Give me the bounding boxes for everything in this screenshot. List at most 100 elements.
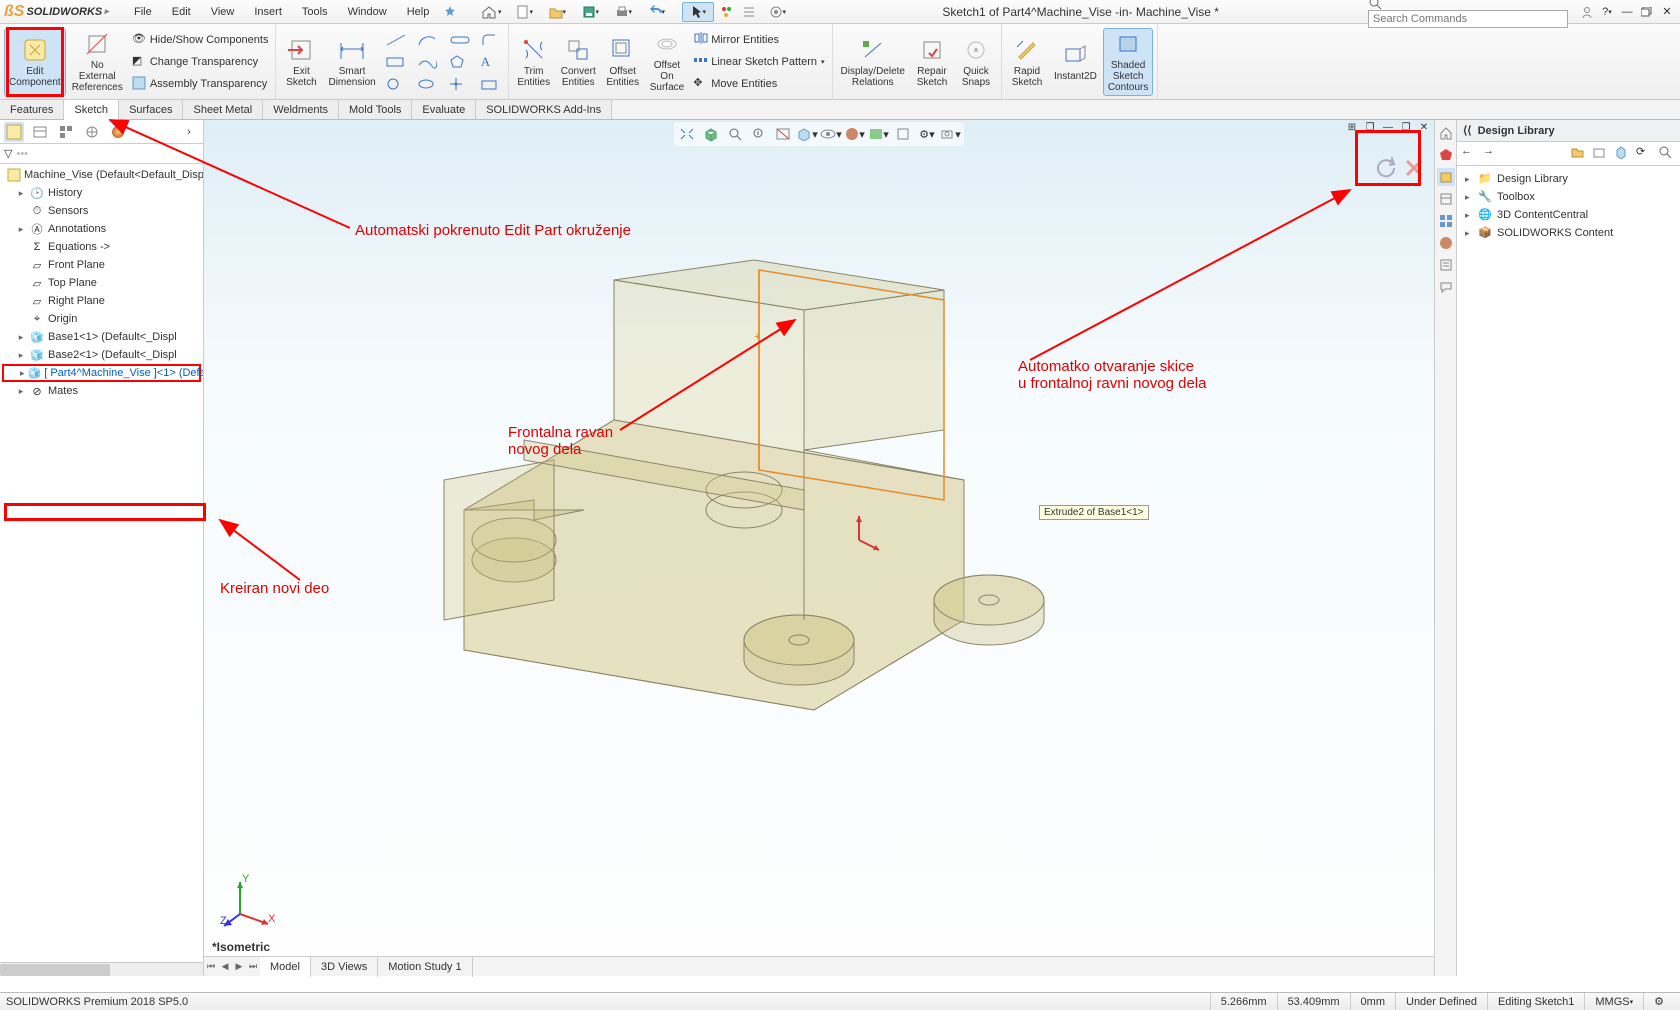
fm-filter-row[interactable]: ▽•••: [0, 144, 203, 164]
line-tool-button[interactable]: [382, 30, 412, 50]
point-tool-button[interactable]: [446, 74, 476, 94]
qat-options-icon[interactable]: ▾: [761, 2, 793, 22]
spline-tool-button[interactable]: [414, 52, 444, 72]
instant2d-button[interactable]: Instant2D: [1050, 28, 1101, 96]
repair-sketch-button[interactable]: Repair Sketch: [911, 28, 953, 96]
plane-tool-button[interactable]: [478, 74, 504, 94]
smart-dimension-button[interactable]: Smart Dimension: [324, 28, 379, 96]
cm-tab-features[interactable]: Features: [0, 100, 64, 119]
offset-entities-button[interactable]: Offset Entities: [602, 28, 644, 96]
shaded-sketch-contours-button[interactable]: Shaded Sketch Contours: [1103, 28, 1154, 96]
exit-sketch-button[interactable]: Exit Sketch: [280, 28, 322, 96]
slot-tool-button[interactable]: [446, 30, 476, 50]
dl-new-icon[interactable]: [1592, 145, 1610, 163]
dl-node[interactable]: ▸📦SOLIDWORKS Content: [1461, 224, 1676, 242]
fm-tab-expand-icon[interactable]: ›: [179, 122, 199, 142]
dl-add-icon[interactable]: [1570, 145, 1588, 163]
bottom-tab-3d-views[interactable]: 3D Views: [311, 957, 378, 977]
no-external-refs-button[interactable]: No External References: [68, 28, 127, 96]
fm-hscroll[interactable]: [0, 962, 203, 976]
tp-resources-icon[interactable]: [1437, 146, 1455, 164]
help-login-icon[interactable]: [1578, 4, 1596, 20]
tp-design-library-icon[interactable]: [1437, 168, 1455, 186]
tp-forum-icon[interactable]: [1437, 278, 1455, 296]
qat-open-icon[interactable]: ▾: [541, 2, 573, 22]
menu-window[interactable]: Window: [338, 0, 397, 23]
hud-section-icon[interactable]: [772, 124, 794, 144]
dl-fwd-icon[interactable]: →: [1483, 145, 1501, 163]
fm-tab-property-icon[interactable]: [30, 122, 50, 142]
tree-node[interactable]: ΣEquations ->: [0, 238, 203, 256]
convert-entities-button[interactable]: Convert Entities: [557, 28, 600, 96]
tree-node[interactable]: ▱Front Plane: [0, 256, 203, 274]
btab-next-icon[interactable]: ▶: [232, 957, 246, 977]
polygon-tool-button[interactable]: [446, 52, 476, 72]
tp-file-explorer-icon[interactable]: [1437, 190, 1455, 208]
hud-hide-show-icon[interactable]: ▾: [820, 124, 842, 144]
menu-view[interactable]: View: [201, 0, 245, 23]
dl-back-icon[interactable]: ←: [1461, 145, 1479, 163]
doc-tile-icon[interactable]: ⊞: [1344, 120, 1360, 134]
bottom-tab-model[interactable]: Model: [260, 957, 311, 977]
dl-node[interactable]: ▸📁Design Library: [1461, 170, 1676, 188]
arc-tool-button[interactable]: [414, 30, 444, 50]
pin-icon[interactable]: ⟨⟨: [1463, 124, 1472, 137]
dl-find-icon[interactable]: [1658, 145, 1676, 163]
doc-cascade-icon[interactable]: ❐: [1362, 120, 1378, 134]
tree-root[interactable]: Machine_Vise (Default<Default_Display: [0, 166, 203, 184]
change-transparency-button[interactable]: ◩Change Transparency: [129, 52, 272, 72]
tree-node[interactable]: ⌖Origin: [0, 310, 203, 328]
text-tool-button[interactable]: A: [478, 52, 504, 72]
close-button[interactable]: ✕: [1658, 4, 1676, 20]
graphics-viewport[interactable]: ⊞ ❐ — ❐ ✕ ▾ ▾ ▾ ▾ ⚙▾ ▾: [204, 120, 1434, 976]
btab-prev-icon[interactable]: ◀: [218, 957, 232, 977]
menu-file[interactable]: File: [124, 0, 162, 23]
hud-display-style-icon[interactable]: ▾: [796, 124, 818, 144]
cm-tab-weldments[interactable]: Weldments: [263, 100, 339, 119]
hud-zoom-fit-icon[interactable]: [676, 124, 698, 144]
hide-show-components-button[interactable]: 👁Hide/Show Components: [129, 30, 272, 50]
qat-select-icon[interactable]: ▾: [682, 2, 714, 22]
cm-tab-sketch[interactable]: Sketch: [64, 100, 119, 120]
tree-node[interactable]: ▱Right Plane: [0, 292, 203, 310]
menu-star-icon[interactable]: [439, 2, 461, 22]
hud-appearance-icon[interactable]: ▾: [844, 124, 866, 144]
btab-last-icon[interactable]: ⏭: [246, 957, 260, 977]
btab-first-icon[interactable]: ⏮: [204, 957, 218, 977]
tree-node[interactable]: ▸🧊Base2<1> (Default<_Displ: [0, 346, 203, 364]
rect-tool-button[interactable]: [382, 52, 412, 72]
fm-tab-tree-icon[interactable]: [4, 122, 24, 142]
doc-restore-button[interactable]: ❐: [1398, 120, 1414, 134]
help-dropdown-icon[interactable]: ? ▾: [1598, 4, 1616, 20]
status-gear-icon[interactable]: ⚙: [1643, 993, 1674, 1010]
hud-cube-icon[interactable]: [700, 124, 722, 144]
minimize-button[interactable]: —: [1618, 4, 1636, 20]
fillet-tool-button[interactable]: [478, 30, 504, 50]
tp-view-palette-icon[interactable]: [1437, 212, 1455, 230]
linear-pattern-button[interactable]: Linear Sketch Pattern▾: [690, 52, 827, 72]
rapid-sketch-button[interactable]: Rapid Sketch: [1006, 28, 1048, 96]
hud-render-icon[interactable]: [892, 124, 914, 144]
qat-rebuild-icon[interactable]: [715, 2, 737, 22]
bottom-tab-motion-study-1[interactable]: Motion Study 1: [378, 957, 472, 977]
cm-tab-sheet-metal[interactable]: Sheet Metal: [183, 100, 263, 119]
menu-insert[interactable]: Insert: [244, 0, 292, 23]
tree-node[interactable]: ▸🧊[ Part4^Machine_Vise ]<1> (Default: [2, 364, 201, 382]
dl-refresh-icon[interactable]: ⟳: [1636, 145, 1654, 163]
ellipse-tool-button[interactable]: [414, 74, 444, 94]
trim-entities-button[interactable]: Trim Entities: [513, 28, 555, 96]
search-input[interactable]: [1373, 13, 1563, 25]
cm-tab-evaluate[interactable]: Evaluate: [412, 100, 476, 119]
dl-part-icon[interactable]: [1614, 145, 1632, 163]
qat-new-icon[interactable]: ▾: [508, 2, 540, 22]
qat-home-icon[interactable]: ▾: [475, 2, 507, 22]
tree-node[interactable]: ▸⊘Mates: [0, 382, 203, 400]
menu-edit[interactable]: Edit: [162, 0, 201, 23]
tp-appearances-icon[interactable]: [1437, 234, 1455, 252]
doc-close-button[interactable]: ✕: [1416, 120, 1432, 134]
circle-tool-button[interactable]: [382, 74, 412, 94]
fm-tab-display-icon[interactable]: [108, 122, 128, 142]
confirm-cancel-icon[interactable]: [1404, 158, 1424, 178]
tree-node[interactable]: ⏱Sensors: [0, 202, 203, 220]
tp-home-icon[interactable]: [1437, 124, 1455, 142]
